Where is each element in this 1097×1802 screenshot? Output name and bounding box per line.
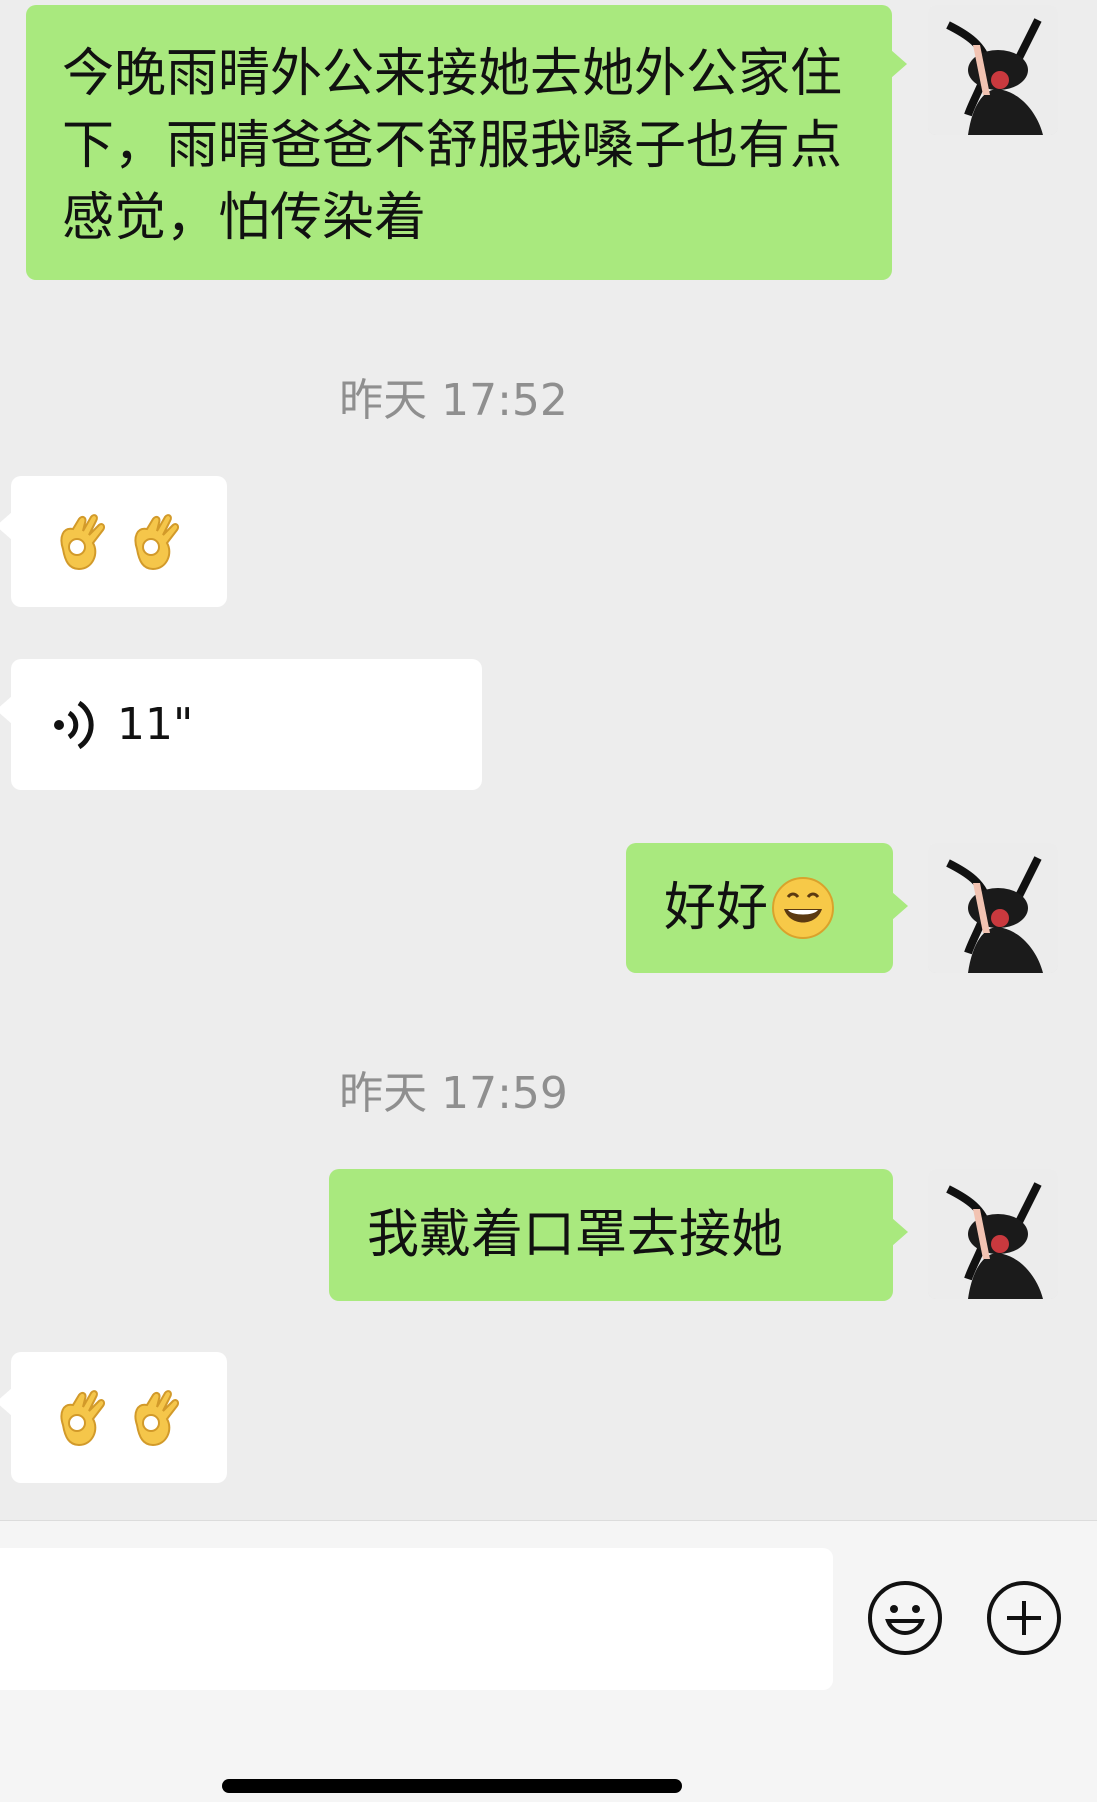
- ok-hand-icon: [134, 1390, 180, 1447]
- message-text: 我戴着口罩去接她: [367, 1205, 784, 1265]
- message-input[interactable]: [0, 1548, 833, 1690]
- voice-message-bubble[interactable]: 11": [11, 659, 482, 790]
- message-bubble[interactable]: 好好: [626, 843, 893, 973]
- more-button[interactable]: [987, 1581, 1061, 1655]
- message-text: 今晚雨晴外公来接她去她外公家住下，雨晴爸爸不舒服我嗓子也有点感觉，怕传染着: [62, 44, 843, 248]
- avatar-image: [928, 5, 1058, 135]
- bubble-tail: [892, 1218, 908, 1246]
- smiley-face-icon: [885, 1605, 925, 1635]
- ok-hand-icon: [60, 1390, 106, 1447]
- avatar[interactable]: [928, 5, 1058, 135]
- timestamp: 昨天 17:52: [339, 375, 568, 426]
- timestamp: 昨天 17:59: [339, 1068, 568, 1119]
- ok-hand-icon: [134, 514, 180, 571]
- emoji-group: [49, 509, 189, 573]
- emoji-group: [49, 1385, 189, 1449]
- avatar[interactable]: [928, 1169, 1058, 1299]
- bubble-tail: [891, 50, 907, 78]
- message-bubble[interactable]: 我戴着口罩去接她: [329, 1169, 893, 1301]
- message-text: 好好: [664, 878, 769, 938]
- message-bubble[interactable]: 今晚雨晴外公来接她去她外公家住下，雨晴爸爸不舒服我嗓子也有点感觉，怕传染着: [26, 5, 892, 280]
- plus-icon: [1007, 1601, 1041, 1635]
- voice-duration: 11": [117, 698, 194, 750]
- emoji-button[interactable]: [868, 1581, 942, 1655]
- avatar-image: [928, 843, 1058, 973]
- message-bubble[interactable]: [11, 1352, 227, 1483]
- avatar-image: [928, 1169, 1058, 1299]
- input-bar: [0, 1520, 1097, 1802]
- voice-wave-icon: [54, 700, 94, 749]
- ok-hand-icon: [60, 514, 106, 571]
- grinning-face-icon: [772, 877, 835, 939]
- message-bubble[interactable]: [11, 476, 227, 607]
- home-indicator[interactable]: [222, 1779, 682, 1793]
- avatar[interactable]: [928, 843, 1058, 973]
- bubble-tail: [892, 892, 908, 920]
